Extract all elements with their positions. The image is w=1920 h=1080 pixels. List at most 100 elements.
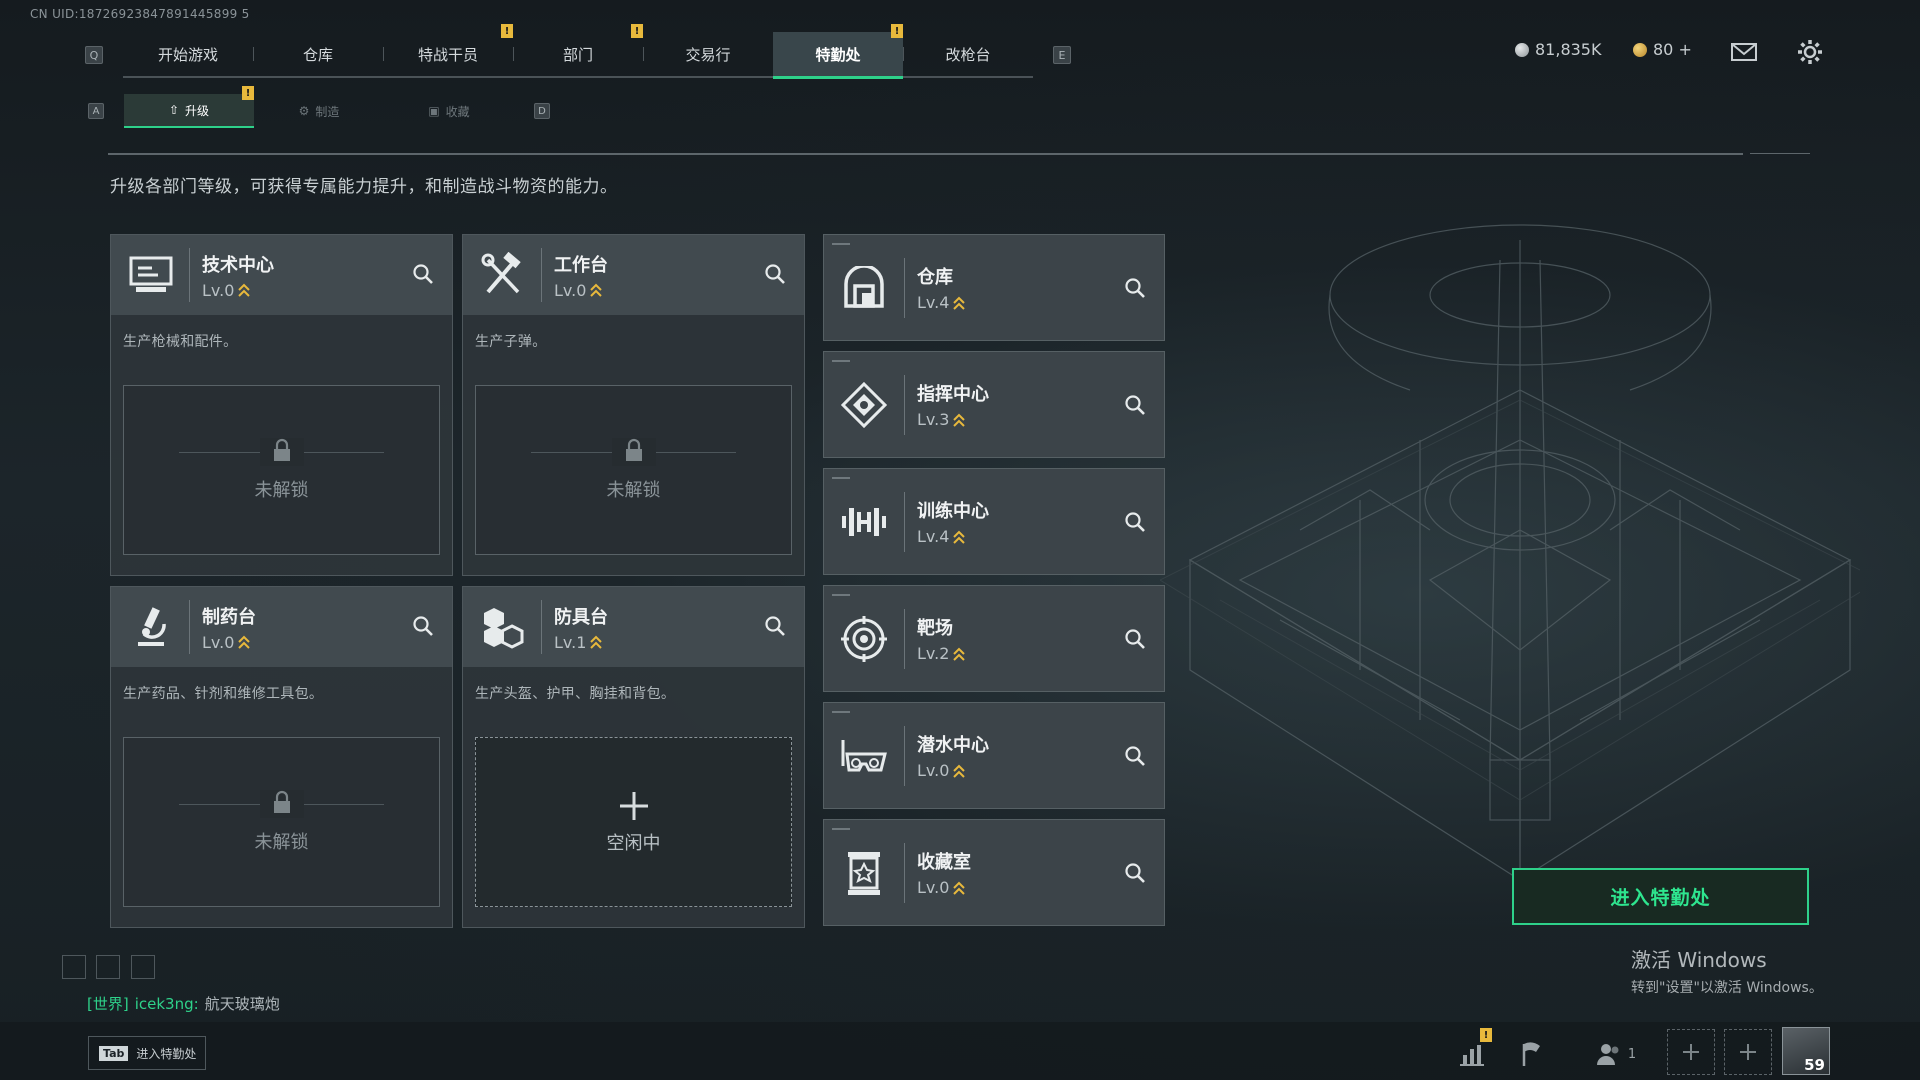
search-icon[interactable] bbox=[1124, 511, 1146, 533]
facility-title: 仓库 bbox=[917, 267, 953, 288]
facility-command-center[interactable]: 指挥中心 Lv.3 bbox=[823, 351, 1165, 458]
computer-icon bbox=[125, 249, 177, 301]
facility-title: 靶场 bbox=[917, 618, 953, 639]
production-slot[interactable]: 未解锁 bbox=[123, 385, 440, 555]
card-description: 生产枪械和配件。 bbox=[123, 334, 238, 350]
nav-left-key[interactable]: Q bbox=[85, 46, 103, 64]
enter-special-ops-button[interactable]: 进入特勤处 bbox=[1512, 868, 1809, 925]
upgrade-chevron-icon bbox=[953, 296, 966, 310]
search-icon[interactable] bbox=[1124, 277, 1146, 299]
tab-trade[interactable]: 交易行 bbox=[643, 32, 773, 76]
subtab-label: 收藏 bbox=[445, 104, 470, 119]
tab-start-game[interactable]: 开始游戏 bbox=[123, 32, 253, 76]
subtab-label: 升级 bbox=[185, 103, 210, 118]
add-party-slot-button[interactable] bbox=[1724, 1029, 1772, 1075]
boxes-icon bbox=[477, 601, 529, 653]
tab-operators[interactable]: 特战干员! bbox=[383, 24, 513, 76]
tab-key: Tab bbox=[99, 1045, 129, 1061]
chat-message[interactable]: [世界] icek3ng: 航天玻璃炮 bbox=[87, 993, 280, 1014]
facility-collection-room[interactable]: 收藏室 Lv.0 bbox=[823, 819, 1165, 926]
production-slot[interactable]: 未解锁 bbox=[123, 737, 440, 907]
watermark-title: 激活 Windows bbox=[1631, 948, 1767, 972]
corner-tick bbox=[832, 711, 850, 713]
plus-icon bbox=[1683, 1044, 1699, 1060]
tab-department[interactable]: 部门! bbox=[513, 24, 643, 76]
search-icon[interactable] bbox=[1124, 862, 1146, 884]
chat-channel: [世界] bbox=[87, 995, 129, 1013]
card-header: 工作台 Lv.0 bbox=[463, 235, 804, 315]
gear-icon[interactable] bbox=[1796, 38, 1824, 66]
level-text: Lv.0 bbox=[554, 280, 587, 300]
subnav-right-key[interactable]: D bbox=[534, 103, 550, 119]
premium-balance[interactable]: 80 + bbox=[1633, 40, 1692, 59]
facility-level: Lv.3 bbox=[917, 410, 989, 429]
card-workbench[interactable]: 工作台 Lv.0 生产子弹。 未解锁 bbox=[462, 234, 805, 576]
nav-right-key[interactable]: E bbox=[1053, 46, 1071, 64]
card-title: 防具台 bbox=[554, 606, 608, 628]
facility-level: Lv.4 bbox=[917, 527, 989, 546]
user-uid: CN UID:18726923847891445899 5 bbox=[30, 7, 250, 21]
tab-label: 改枪台 bbox=[945, 45, 991, 64]
tab-gunsmith[interactable]: 改枪台 bbox=[903, 32, 1033, 76]
slot-status: 未解锁 bbox=[606, 480, 661, 501]
corner-tick bbox=[832, 594, 850, 596]
tab-special-ops[interactable]: 特勤处! bbox=[773, 24, 903, 79]
separator bbox=[904, 725, 905, 786]
facility-shooting-range[interactable]: 靶场 Lv.2 bbox=[823, 585, 1165, 692]
card-level: Lv.0 bbox=[202, 281, 274, 300]
friends-icon bbox=[1596, 1044, 1619, 1065]
player-avatar[interactable]: 59 bbox=[1782, 1027, 1830, 1075]
separator bbox=[904, 842, 905, 903]
subtab-upgrade[interactable]: ⇧ 升级 ! bbox=[124, 86, 254, 128]
level-text: Lv.3 bbox=[917, 410, 950, 429]
mail-icon[interactable] bbox=[1730, 38, 1758, 66]
card-pharmacy[interactable]: 制药台 Lv.0 生产药品、针剂和维修工具包。 未解锁 bbox=[110, 586, 453, 928]
search-icon[interactable] bbox=[764, 263, 786, 285]
hafcoin-balance[interactable]: 81,835K bbox=[1515, 40, 1601, 59]
slot-status: 未解锁 bbox=[254, 480, 309, 501]
separator bbox=[904, 491, 905, 552]
level-text: Lv.0 bbox=[202, 632, 235, 652]
facility-title: 潜水中心 bbox=[917, 735, 989, 756]
facility-level: Lv.2 bbox=[917, 644, 966, 663]
search-icon[interactable] bbox=[1124, 394, 1146, 416]
windows-activation-watermark: 激活 Windows 转到"设置"以激活 Windows。 bbox=[1631, 944, 1823, 997]
search-icon[interactable] bbox=[1124, 745, 1146, 767]
separator bbox=[904, 257, 905, 318]
level-text: Lv.0 bbox=[917, 878, 950, 897]
facility-training-center[interactable]: 训练中心 Lv.4 bbox=[823, 468, 1165, 575]
stats-icon[interactable]: ! bbox=[1452, 1028, 1492, 1072]
tab-label: 特战干员 bbox=[417, 45, 478, 64]
card-description: 生产头盔、护甲、胸挂和背包。 bbox=[475, 686, 676, 702]
subtab-collection[interactable]: ▣ 收藏 bbox=[384, 94, 514, 128]
search-icon[interactable] bbox=[412, 615, 434, 637]
card-tech-center[interactable]: 技术中心 Lv.0 生产枪械和配件。 未解锁 bbox=[110, 234, 453, 576]
subtab-craft[interactable]: ⚙ 制造 bbox=[254, 94, 384, 128]
tab-warehouse[interactable]: 仓库 bbox=[253, 32, 383, 76]
friends-button[interactable]: 1 bbox=[1586, 1036, 1646, 1072]
flag-icon[interactable] bbox=[1512, 1036, 1552, 1072]
card-armor-bench[interactable]: 防具台 Lv.1 生产头盔、护甲、胸挂和背包。 空闲中 bbox=[462, 586, 805, 928]
level-text: Lv.1 bbox=[554, 632, 587, 652]
separator bbox=[904, 374, 905, 435]
premium-amount: 80 + bbox=[1653, 40, 1692, 59]
upgrade-chevron-icon bbox=[953, 530, 966, 544]
lock-icon bbox=[259, 790, 304, 818]
search-icon[interactable] bbox=[412, 263, 434, 285]
tab-hint[interactable]: Tab 进入特勤处 bbox=[88, 1036, 206, 1070]
facility-diving-center[interactable]: 潜水中心 Lv.0 bbox=[823, 702, 1165, 809]
card-description: 生产药品、针剂和维修工具包。 bbox=[123, 686, 324, 702]
level-text: Lv.0 bbox=[202, 280, 235, 300]
subnav-left-key[interactable]: A bbox=[88, 103, 104, 119]
search-icon[interactable] bbox=[1124, 628, 1146, 650]
add-party-slot-button[interactable] bbox=[1667, 1029, 1715, 1075]
upgrade-chevron-icon bbox=[238, 635, 251, 649]
production-slot-idle[interactable]: 空闲中 bbox=[475, 737, 792, 907]
card-description: 生产子弹。 bbox=[475, 334, 547, 350]
chat-user: icek3ng: bbox=[134, 995, 199, 1013]
level-text: Lv.0 bbox=[917, 761, 950, 780]
plus-icon bbox=[1740, 1044, 1756, 1060]
production-slot[interactable]: 未解锁 bbox=[475, 385, 792, 555]
search-icon[interactable] bbox=[764, 615, 786, 637]
facility-warehouse[interactable]: 仓库 Lv.4 bbox=[823, 234, 1165, 341]
